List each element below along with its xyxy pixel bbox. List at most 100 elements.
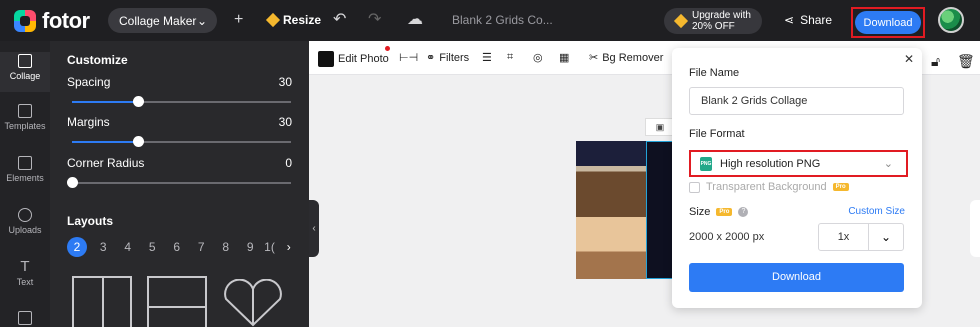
page-4[interactable]: 4 <box>116 240 141 254</box>
scale-value: 1x <box>819 224 869 250</box>
shape-icon[interactable]: ◎ <box>533 51 543 64</box>
margins-value: 30 <box>278 115 292 129</box>
chevron-down-icon: ⌄ <box>196 14 207 28</box>
corner-radius-value: 0 <box>285 156 292 170</box>
chevron-right-icon[interactable]: › <box>277 240 302 254</box>
pro-badge: Pro <box>832 183 849 191</box>
checkbox-box <box>689 181 700 193</box>
transparent-label: Transparent Background <box>706 181 827 193</box>
page-8[interactable]: 8 <box>214 240 239 254</box>
rail-item-more[interactable] <box>0 311 50 327</box>
page-10[interactable]: 1( <box>263 240 277 254</box>
undo-icon[interactable]: ↶ <box>333 10 346 30</box>
page-7[interactable]: 7 <box>189 240 214 254</box>
collage-maker-dropdown[interactable]: Collage Maker ⌄ <box>108 8 217 33</box>
customize-title: Customize <box>67 53 128 67</box>
notification-dot <box>385 46 390 51</box>
right-panel-handle[interactable] <box>970 200 980 257</box>
edit-photo-label: Edit Photo <box>338 53 389 65</box>
page-5[interactable]: 5 <box>140 240 165 254</box>
layout-option-two-row[interactable] <box>147 276 207 327</box>
adjust-icon[interactable]: ☰ <box>482 51 492 64</box>
transparent-background-checkbox[interactable]: Transparent Background Pro <box>689 181 849 193</box>
share-icon: ⋖ <box>784 13 795 27</box>
filters-icon: ⚭ <box>426 52 436 64</box>
size-label: Size <box>689 206 711 218</box>
corner-radius-slider[interactable] <box>67 177 291 188</box>
page-2[interactable]: 2 <box>67 237 87 257</box>
transparency-icon[interactable]: ▦ <box>559 51 569 64</box>
logo-text: fotor <box>42 8 90 33</box>
spacing-slider[interactable] <box>72 96 291 107</box>
collage-icon <box>18 54 32 68</box>
photo-thumb-icon <box>318 51 334 67</box>
collage-photo-right[interactable] <box>646 141 674 279</box>
page-3[interactable]: 3 <box>91 240 116 254</box>
download-button[interactable]: Download <box>689 263 904 292</box>
customize-panel: Customize Spacing 30 Margins 30 Corner R… <box>50 41 309 327</box>
download-panel: ✕ File Name Blank 2 Grids Collage File F… <box>672 48 922 308</box>
file-name-input[interactable]: Blank 2 Grids Collage <box>689 87 904 115</box>
bg-remover-button[interactable]: ✂ Bg Remover <box>589 51 663 65</box>
rail-label: Elements <box>6 173 44 183</box>
canvas-swap-control[interactable]: ▣ <box>645 118 675 136</box>
edit-photo-button[interactable]: Edit Photo <box>318 51 389 67</box>
help-icon[interactable]: ? <box>738 207 749 217</box>
cloud-upload-icon[interactable]: ☁ <box>407 10 423 30</box>
filters-button[interactable]: ⚭ Filters <box>426 51 469 65</box>
redo-icon[interactable]: ↷ <box>368 10 381 30</box>
collage-photo-left[interactable] <box>576 141 646 279</box>
size-dimensions: 2000 x 2000 px <box>689 231 765 243</box>
heart-icon <box>224 278 282 327</box>
rail-item-collage[interactable]: Collage <box>0 52 50 92</box>
rail-item-text[interactable]: T Text <box>0 259 50 287</box>
crop-icon[interactable]: ⌗ <box>507 51 513 64</box>
lock-icon[interactable]: 🔓︎ <box>931 53 940 70</box>
layout-option-heart[interactable] <box>220 278 286 327</box>
rail-item-uploads[interactable]: Uploads <box>0 208 50 235</box>
templates-icon <box>18 104 32 118</box>
margins-label: Margins <box>67 115 110 129</box>
upgrade-button[interactable]: Upgrade with 20% OFF <box>664 8 762 34</box>
custom-size-link[interactable]: Custom Size <box>848 206 905 217</box>
flip-icon[interactable]: ⊢⊣ <box>399 51 418 64</box>
layouts-title: Layouts <box>67 214 114 228</box>
add-icon[interactable]: + <box>234 10 243 30</box>
collapse-panel-handle[interactable]: ‹ <box>309 200 319 257</box>
delete-icon[interactable]: 🗑︎ <box>957 53 975 70</box>
share-button[interactable]: ⋖ Share <box>784 13 832 27</box>
premium-gem-icon <box>265 12 281 28</box>
spacing-label: Spacing <box>67 75 111 89</box>
close-icon[interactable]: ✕ <box>904 52 914 66</box>
spacing-fill <box>72 101 138 103</box>
resize-label: Resize <box>283 13 322 27</box>
resize-button[interactable]: Resize <box>265 12 322 28</box>
page-6[interactable]: 6 <box>165 240 190 254</box>
format-value: High resolution PNG <box>720 157 821 170</box>
fotor-logo-icon <box>14 10 36 32</box>
upgrade-line2: 20% OFF <box>692 21 735 32</box>
file-format-label: File Format <box>689 128 745 140</box>
margins-slider[interactable] <box>72 136 291 147</box>
avatar[interactable] <box>938 7 964 33</box>
margins-knob[interactable] <box>132 136 144 147</box>
left-rail: Collage Templates Elements Uploads T Tex… <box>0 41 50 327</box>
background-icon <box>18 311 32 325</box>
download-highlight: Download <box>851 7 925 38</box>
uploads-icon <box>18 208 32 222</box>
rail-item-elements[interactable]: Elements <box>0 156 50 183</box>
spacing-value: 30 <box>278 75 292 89</box>
scale-select[interactable]: 1x ⌄ <box>818 223 904 251</box>
rail-item-templates[interactable]: Templates <box>0 104 50 131</box>
corner-radius-label: Corner Radius <box>67 156 145 170</box>
scissors-icon: ✂ <box>589 52 599 64</box>
download-top-button[interactable]: Download <box>855 11 921 34</box>
page-9[interactable]: 9 <box>238 240 263 254</box>
rail-label: Uploads <box>8 225 42 235</box>
file-format-select[interactable]: PNG High resolution PNG ⌄ <box>692 153 905 174</box>
radius-knob[interactable] <box>67 177 78 188</box>
spacing-knob[interactable] <box>132 96 144 107</box>
layout-option-two-column[interactable] <box>72 276 132 327</box>
document-name[interactable]: Blank 2 Grids Co... <box>452 13 553 27</box>
fotor-logo[interactable]: fotor <box>14 8 90 34</box>
